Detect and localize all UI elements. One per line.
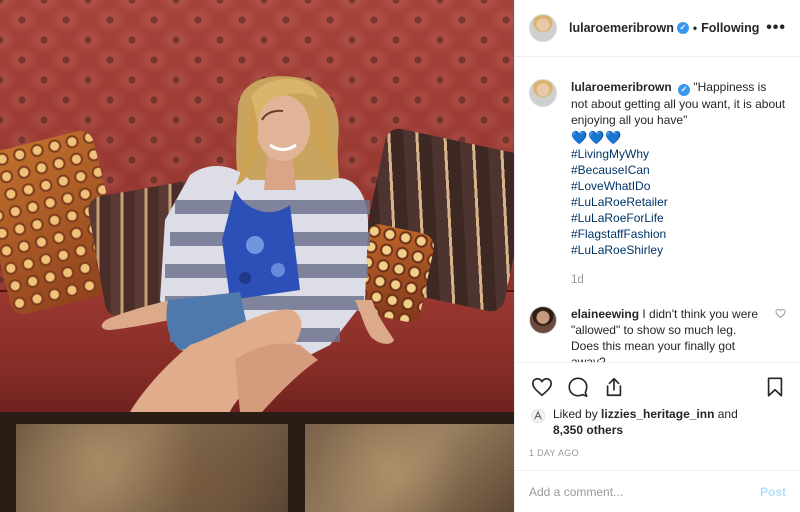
post-date[interactable]: 1 DAY AGO (515, 438, 800, 470)
liker-username[interactable]: lizzies_heritage_inn (601, 407, 714, 421)
bookmark-icon[interactable] (762, 374, 788, 400)
comment-body: elaineewing I didn't think you were "all… (571, 306, 767, 362)
hashtag-link[interactable]: #LuLaRoeForLife (571, 210, 786, 226)
comments-area[interactable]: lularoemeribrown ✓ "Happiness is not abo… (515, 57, 800, 362)
likes-prefix: Liked by (553, 407, 602, 421)
caption-username[interactable]: lularoemeribrown (571, 80, 672, 94)
share-icon[interactable] (601, 374, 627, 400)
verified-badge-icon: ✓ (676, 22, 689, 34)
add-comment-bar: Post (515, 470, 800, 512)
caption-timestamp[interactable]: 1d (571, 272, 786, 288)
table-panel-right (305, 424, 514, 512)
verified-badge-icon: ✓ (678, 84, 691, 96)
separator-dot: • (692, 21, 698, 35)
likes-and: and (714, 407, 738, 421)
likes-text: Liked by lizzies_heritage_inn and 8,350 … (553, 406, 738, 438)
hashtag-link[interactable]: #FlagstaffFashion (571, 226, 786, 242)
header-username[interactable]: lularoemeribrown (569, 21, 674, 35)
coffee-table (0, 412, 514, 512)
following-button[interactable]: Following (701, 21, 759, 35)
action-bar (515, 362, 800, 402)
heart-outline-icon[interactable] (775, 308, 786, 319)
comment-input[interactable] (529, 484, 760, 499)
hashtag-link[interactable]: #BecauseICan (571, 162, 786, 178)
likes-count[interactable]: 8,350 others (553, 423, 623, 437)
comment-icon[interactable] (565, 374, 591, 400)
hashtag-link[interactable]: #LoveWhatIDo (571, 178, 786, 194)
hashtag-list: #LivingMyWhy #BecauseICan #LoveWhatIDo #… (571, 146, 786, 258)
more-options-icon[interactable]: ••• (766, 19, 786, 37)
hashtag-link[interactable]: #LuLaRoeRetailer (571, 194, 786, 210)
blue-hearts: 💙💙💙 (571, 130, 623, 145)
likes-summary: Liked by lizzies_heritage_inn and 8,350 … (515, 402, 800, 438)
avatar[interactable] (529, 14, 557, 42)
commenter-avatar[interactable] (529, 306, 557, 334)
instagram-post: lularoemeribrown ✓ • Following ••• lular… (0, 0, 800, 512)
liker-avatar-icon[interactable] (529, 408, 547, 424)
hashtag-link[interactable]: #LuLaRoeShirley (571, 242, 786, 258)
caption-avatar[interactable] (529, 79, 557, 107)
table-panel-left (16, 424, 288, 512)
heart-icon[interactable] (529, 374, 555, 400)
comment-item: elaineewing I didn't think you were "all… (529, 306, 786, 362)
post-comment-button[interactable]: Post (760, 485, 786, 499)
caption: lularoemeribrown ✓ "Happiness is not abo… (529, 79, 786, 288)
post-sidebar: lularoemeribrown ✓ • Following ••• lular… (514, 0, 800, 512)
post-header: lularoemeribrown ✓ • Following ••• (515, 0, 800, 57)
post-photo[interactable] (0, 0, 514, 512)
caption-body: lularoemeribrown ✓ "Happiness is not abo… (571, 79, 786, 288)
comment-username[interactable]: elaineewing (571, 307, 639, 321)
hashtag-link[interactable]: #LivingMyWhy (571, 146, 786, 162)
